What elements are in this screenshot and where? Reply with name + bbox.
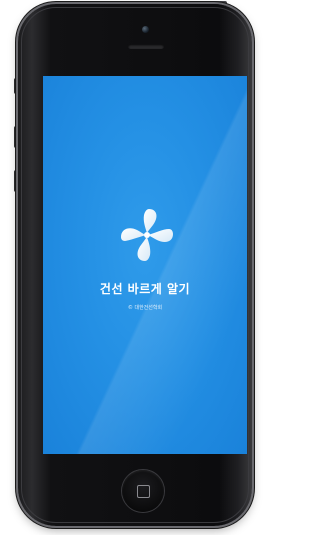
app-title: 건선 바르게 알기 xyxy=(99,282,191,296)
splash-screen: 건선 바르게 알기 © 대한건선학회 xyxy=(43,76,247,454)
copyright-text: © 대한건선학회 xyxy=(127,305,163,311)
screen-gloss xyxy=(43,76,247,454)
earpiece-speaker-icon xyxy=(128,44,164,49)
front-camera-icon xyxy=(142,26,149,33)
home-button[interactable] xyxy=(122,470,164,512)
home-button-square-icon xyxy=(137,485,150,498)
plus-cross-logo-icon xyxy=(121,209,173,261)
device-mockup: 건선 바르게 알기 © 대한건선학회 xyxy=(0,0,259,535)
